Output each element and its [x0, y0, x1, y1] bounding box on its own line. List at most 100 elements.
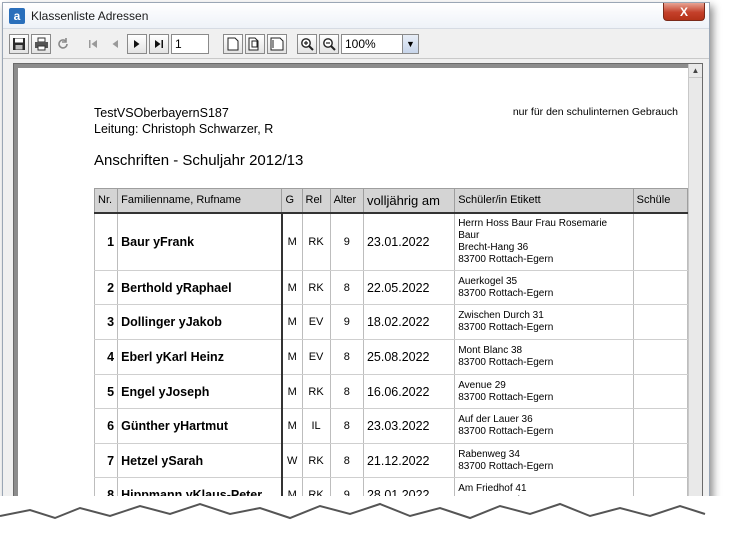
row-nr: 2 — [93, 270, 119, 305]
row-adult-date: 23.03.2022 — [362, 408, 456, 444]
title-bar: a Klassenliste Adressen X — [3, 3, 709, 29]
last-page-icon[interactable] — [149, 33, 169, 54]
window-title: Klassenliste Adressen — [31, 8, 149, 23]
torn-edge-decoration — [0, 496, 732, 544]
table-row: 5 Engel yJoseph M RK 8 16.06.2022 Avenue 29 837… — [93, 374, 689, 409]
row-name: Hetzel ySarah — [117, 443, 283, 478]
first-page-icon[interactable] — [83, 34, 103, 54]
row-age: 8 — [329, 408, 364, 444]
address-line: Herrn Hoss Baur Frau Rosemarie — [458, 217, 608, 229]
row-nr: 3 — [93, 304, 119, 340]
address-line: Auf der Lauer 36 — [458, 414, 533, 425]
row-name: Baur yFrank — [117, 212, 283, 271]
row-address: Herrn Hoss Baur Frau Rosemarie Baur Brecht… — [454, 212, 634, 271]
row-age: 9 — [329, 304, 364, 340]
row-student-cell — [632, 270, 689, 305]
school-leader: Leitung: Christoph Schwarzer, R — [94, 122, 274, 136]
row-religion: RK — [301, 212, 331, 271]
address-line: Rabenweg 34 — [458, 448, 520, 460]
column-header-age: Alter — [329, 188, 364, 214]
address-line: 83700 Rottach-Egern — [458, 287, 554, 299]
address-table: Nr. Familienname, Rufname G Rel Alter vo… — [93, 188, 689, 513]
table-row: 4 Eberl yKarl Heinz M EV 8 25.08.2022 Mont Bla… — [93, 339, 689, 375]
row-nr: 4 — [93, 339, 119, 375]
single-page-icon[interactable] — [223, 33, 243, 54]
row-student-cell — [632, 339, 689, 375]
refresh-icon[interactable] — [53, 34, 73, 54]
report-window: a Klassenliste Adressen X 1 100% ▼ TestV… — [2, 2, 710, 514]
row-student-cell — [632, 374, 689, 409]
row-gender: M — [281, 374, 303, 409]
save-icon[interactable] — [9, 33, 29, 54]
address-line: 83700 Rottach-Egern — [458, 253, 554, 265]
row-age: 8 — [329, 270, 364, 305]
row-adult-date: 21.12.2022 — [362, 443, 456, 478]
prev-page-icon[interactable] — [105, 34, 125, 54]
row-adult-date: 25.08.2022 — [362, 339, 456, 375]
row-name: Günther yHartmut — [117, 408, 283, 444]
zoom-value: 100% — [345, 36, 376, 51]
row-address: Auerkogel 35 83700 Rottach-Egern — [454, 270, 634, 305]
row-address: Rabenweg 34 83700 Rottach-Egern — [454, 443, 634, 478]
row-age: 9 — [329, 212, 364, 271]
table-row: 1 Baur yFrank M RK 9 23.01.2022 Herrn Hoss Bau… — [93, 212, 689, 271]
column-header-name: Familienname, Rufname — [117, 188, 283, 214]
column-header-nr: Nr. — [93, 188, 119, 214]
row-address: Avenue 29 83700 Rottach-Egern — [454, 374, 634, 409]
row-gender: W — [281, 443, 303, 478]
chevron-down-icon[interactable]: ▼ — [402, 34, 418, 53]
row-religion: RK — [301, 374, 331, 409]
address-line: Zwischen Durch 31 — [458, 310, 544, 321]
scroll-up-icon[interactable]: ▲ — [689, 64, 702, 78]
row-gender: M — [281, 212, 303, 271]
row-age: 8 — [329, 443, 364, 478]
row-nr: 5 — [93, 374, 119, 409]
row-address: Auf der Lauer 36 83700 Rottach-Egern — [454, 408, 634, 444]
row-nr: 6 — [93, 408, 119, 444]
address-line: Baur — [458, 229, 480, 241]
address-line: 83700 Rottach-Egern — [458, 426, 554, 437]
report-title: Anschriften - Schuljahr 2012/13 — [94, 152, 304, 169]
row-adult-date: 16.06.2022 — [362, 374, 456, 409]
row-religion: IL — [301, 408, 331, 444]
row-gender: M — [281, 270, 303, 305]
row-nr: 7 — [93, 443, 119, 478]
column-header-gender: G — [281, 188, 303, 214]
zoom-in-icon[interactable] — [297, 33, 317, 54]
next-page-icon[interactable] — [127, 33, 147, 54]
row-name: Berthold yRaphael — [117, 270, 283, 305]
row-name: Dollinger yJakob — [117, 304, 283, 340]
table-row: 6 Günther yHartmut M IL 8 23.03.2022 Auf der L… — [93, 408, 689, 444]
address-line: 83700 Rottach-Egern — [458, 322, 554, 333]
row-student-cell — [632, 212, 689, 271]
column-header-student: Schüle — [632, 188, 689, 214]
column-header-label: Schüler/in Etikett — [454, 188, 634, 214]
school-name: TestVSOberbayernS187 — [94, 106, 229, 120]
row-gender: M — [281, 408, 303, 444]
row-religion: EV — [301, 304, 331, 340]
row-gender: M — [281, 339, 303, 375]
toolbar: 100% ▼ — [3, 29, 709, 59]
page-width-icon[interactable] — [267, 33, 287, 54]
address-line: Avenue 29 — [458, 379, 506, 391]
table-row: 2 Berthold yRaphael M RK 8 22.05.2022 Auerkoge… — [93, 270, 689, 305]
row-adult-date: 22.05.2022 — [362, 270, 456, 305]
page-number-input[interactable] — [171, 33, 209, 54]
zoom-out-icon[interactable] — [319, 33, 339, 54]
row-religion: RK — [301, 270, 331, 305]
address-line: Mont Blanc 38 — [458, 345, 523, 356]
report-viewer: TestVSOberbayernS187 Leitung: Christoph … — [13, 63, 703, 513]
two-page-icon[interactable] — [245, 33, 265, 54]
address-line: Auerkogel 35 — [458, 275, 518, 287]
vertical-scrollbar[interactable]: ▲ — [688, 64, 702, 513]
zoom-select[interactable]: 100% ▼ — [341, 33, 419, 54]
row-student-cell — [632, 443, 689, 478]
row-age: 8 — [329, 374, 364, 409]
row-address: Zwischen Durch 31 83700 Rottach-Egern — [454, 304, 634, 340]
row-address: Mont Blanc 38 83700 Rottach-Egern — [454, 339, 634, 375]
column-header-adult-date: volljährig am — [362, 188, 456, 214]
close-button[interactable]: X — [663, 3, 705, 21]
row-student-cell — [632, 304, 689, 340]
print-icon[interactable] — [31, 33, 51, 54]
table-row: 3 Dollinger yJakob M EV 9 18.02.2022 Zwischen … — [93, 304, 689, 340]
